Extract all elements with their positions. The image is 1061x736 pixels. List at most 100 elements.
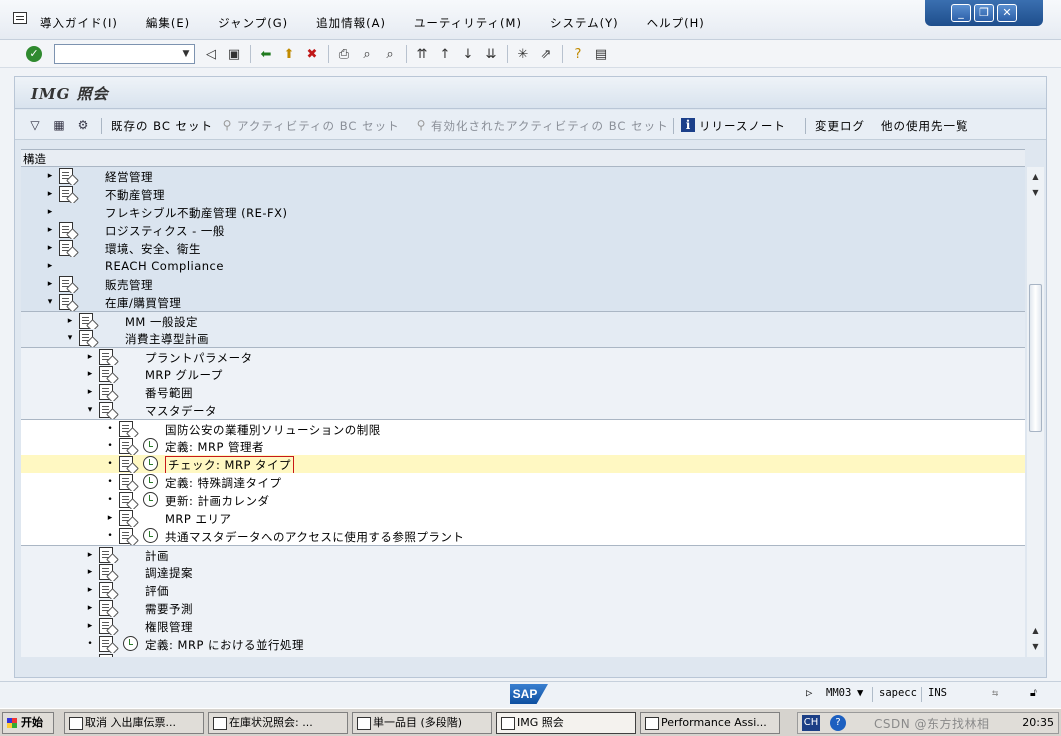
collapse-node-icon[interactable]: ▾ [45, 296, 55, 308]
command-field[interactable]: ▼ [54, 44, 195, 64]
tree-row[interactable]: ▸ MM 一般設定 [21, 311, 1025, 329]
documentation-icon[interactable] [99, 636, 113, 652]
documentation-icon[interactable] [119, 474, 133, 490]
history-back-icon[interactable]: ◁ [202, 45, 220, 63]
menu-goto[interactable]: ジャンプ(G) [218, 15, 288, 31]
tree-row[interactable]: • 国防公安の業種別ソリューションの制限 [21, 419, 1025, 437]
cancel-icon[interactable]: ✖ [303, 45, 321, 63]
menu-utilities[interactable]: ユーティリティ(M) [414, 15, 522, 31]
tree-row[interactable]: ▸ フレキシブル不動産管理 (RE-FX) [21, 203, 1025, 221]
expand-node-icon[interactable]: ▸ [85, 620, 95, 632]
menu-edit[interactable]: 編集(E) [146, 15, 190, 31]
tree-row[interactable]: ▸ MRP グループ [21, 365, 1025, 383]
tree-row[interactable]: ▸ プラントパラメータ [21, 347, 1025, 365]
print-icon[interactable]: ⎙ [335, 45, 353, 63]
documentation-icon[interactable] [99, 600, 113, 616]
find-next-icon[interactable]: ⌕ [381, 45, 399, 63]
tree-row[interactable]: • 更新: 計画カレンダ [21, 491, 1025, 509]
execute-activity-icon[interactable] [143, 438, 158, 453]
documentation-icon[interactable] [119, 421, 133, 437]
execute-activity-icon[interactable] [123, 636, 138, 651]
tree-row[interactable]: ▸ 権限管理 [21, 617, 1025, 635]
expand-node-icon[interactable]: ▸ [85, 549, 95, 561]
documentation-icon[interactable] [99, 402, 113, 418]
documentation-icon[interactable] [99, 582, 113, 598]
tree-row[interactable]: ▸ 計画 [21, 545, 1025, 563]
collapse-node-icon[interactable]: ▾ [85, 404, 95, 416]
language-indicator[interactable]: CH [802, 715, 820, 731]
scroll-up-icon[interactable]: ▲ [1030, 171, 1041, 182]
menu-implementation-guide[interactable]: 導入ガイド(I) [40, 15, 118, 31]
expand-node-icon[interactable]: ▸ [45, 224, 55, 236]
back-icon[interactable]: ⬅ [257, 45, 275, 63]
taskbar-item[interactable]: 在庫状況照会: ... [208, 712, 348, 734]
change-log-button[interactable]: 変更ログ [815, 118, 865, 134]
execute-activity-icon[interactable] [143, 492, 158, 507]
tree-row[interactable]: ▸ 調達提案 [21, 563, 1025, 581]
help-icon[interactable]: ? [569, 45, 587, 63]
documentation-icon[interactable] [59, 276, 73, 292]
documentation-icon[interactable] [59, 294, 73, 310]
scroll-down-icon[interactable]: ▼ [1030, 187, 1041, 198]
taskbar-item[interactable]: Performance Assi... [640, 712, 780, 734]
sap-window-icon[interactable] [13, 12, 27, 24]
minimize-button[interactable]: _ [951, 4, 971, 22]
documentation-icon[interactable] [99, 618, 113, 634]
taskbar-item[interactable]: 取消 入出庫伝票... [64, 712, 204, 734]
tree-row[interactable]: ▸ 販売管理 [21, 275, 1025, 293]
status-dropdown-icon[interactable]: ▼ [857, 687, 863, 699]
execute-activity-icon[interactable] [143, 528, 158, 543]
tree-row[interactable]: • 定義: 特殊調達タイプ [21, 473, 1025, 491]
expand-node-icon[interactable]: ▸ [45, 242, 55, 254]
documentation-icon[interactable] [59, 240, 73, 256]
tree-row[interactable]: • 定義: MRP における並行処理 [21, 635, 1025, 653]
documentation-icon[interactable] [59, 186, 73, 202]
documentation-icon[interactable] [79, 330, 93, 346]
expand-node-icon[interactable]: ▸ [105, 512, 115, 524]
expand-node-icon[interactable]: ▸ [45, 170, 55, 182]
documentation-icon[interactable] [99, 349, 113, 365]
tree-row[interactable]: ▸ 経営管理 [21, 167, 1025, 185]
documentation-icon[interactable] [119, 492, 133, 508]
filter-icon[interactable]: ▽ [27, 117, 43, 133]
settings-icon[interactable]: ⚙ [75, 117, 91, 133]
save-icon[interactable]: ▣ [225, 45, 243, 63]
menu-additional-info[interactable]: 追加情報(A) [316, 15, 386, 31]
tree-row[interactable]: ▾ 消費主導型計画 [21, 329, 1025, 347]
documentation-icon[interactable] [99, 547, 113, 563]
tree-row[interactable]: ▸ 不動産管理 [21, 185, 1025, 203]
expand-node-icon[interactable]: ▸ [85, 602, 95, 614]
menu-help[interactable]: ヘルプ(H) [647, 15, 705, 31]
documentation-icon[interactable] [119, 438, 133, 454]
previous-page-icon[interactable]: ↑ [436, 45, 454, 63]
expand-node-icon[interactable]: ▸ [85, 584, 95, 596]
start-button[interactable]: 开始 [2, 712, 54, 734]
tree-row-selected[interactable]: • チェック: MRP タイプ [21, 455, 1025, 474]
tree-row[interactable]: ▾ 在庫/購買管理 [21, 293, 1025, 311]
expand-node-icon[interactable]: ▸ [85, 368, 95, 380]
enter-check-icon[interactable]: ✓ [26, 46, 42, 62]
existing-bc-sets-button[interactable]: 既存の BC セット [111, 118, 213, 134]
layout-menu-icon[interactable]: ▤ [592, 45, 610, 63]
new-session-icon[interactable]: ✳ [514, 45, 532, 63]
expand-node-icon[interactable]: ▸ [45, 206, 55, 218]
execute-activity-icon[interactable] [143, 474, 158, 489]
menu-system[interactable]: システム(Y) [550, 15, 619, 31]
scroll-up-icon[interactable]: ▲ [1030, 625, 1041, 636]
shortcut-icon[interactable]: ⇗ [537, 45, 555, 63]
tree-row[interactable]: ▾ マスタデータ [21, 401, 1025, 419]
release-notes-button[interactable]: リリースノート [699, 118, 786, 134]
vertical-scrollbar[interactable]: ▲ ▼ ▲ ▼ [1027, 167, 1044, 657]
tree-row[interactable]: • 共通マスタデータへのアクセスに使用する参照プラント [21, 527, 1025, 545]
taskbar-item[interactable]: 単一品目 (多段階) [352, 712, 492, 734]
documentation-icon[interactable] [99, 366, 113, 382]
last-page-icon[interactable]: ⇊ [482, 45, 500, 63]
help-tray-icon[interactable]: ? [830, 715, 846, 731]
first-page-icon[interactable]: ⇈ [413, 45, 431, 63]
project-view-icon[interactable]: ▦ [51, 117, 67, 133]
status-toggle-icon[interactable]: ▷ [806, 687, 812, 699]
expand-node-icon[interactable]: ▸ [45, 188, 55, 200]
tree-row[interactable]: ▸ 環境、安全、衛生 [21, 239, 1025, 257]
expand-node-icon[interactable]: ▸ [45, 278, 55, 290]
expand-node-icon[interactable]: ▸ [65, 315, 75, 327]
